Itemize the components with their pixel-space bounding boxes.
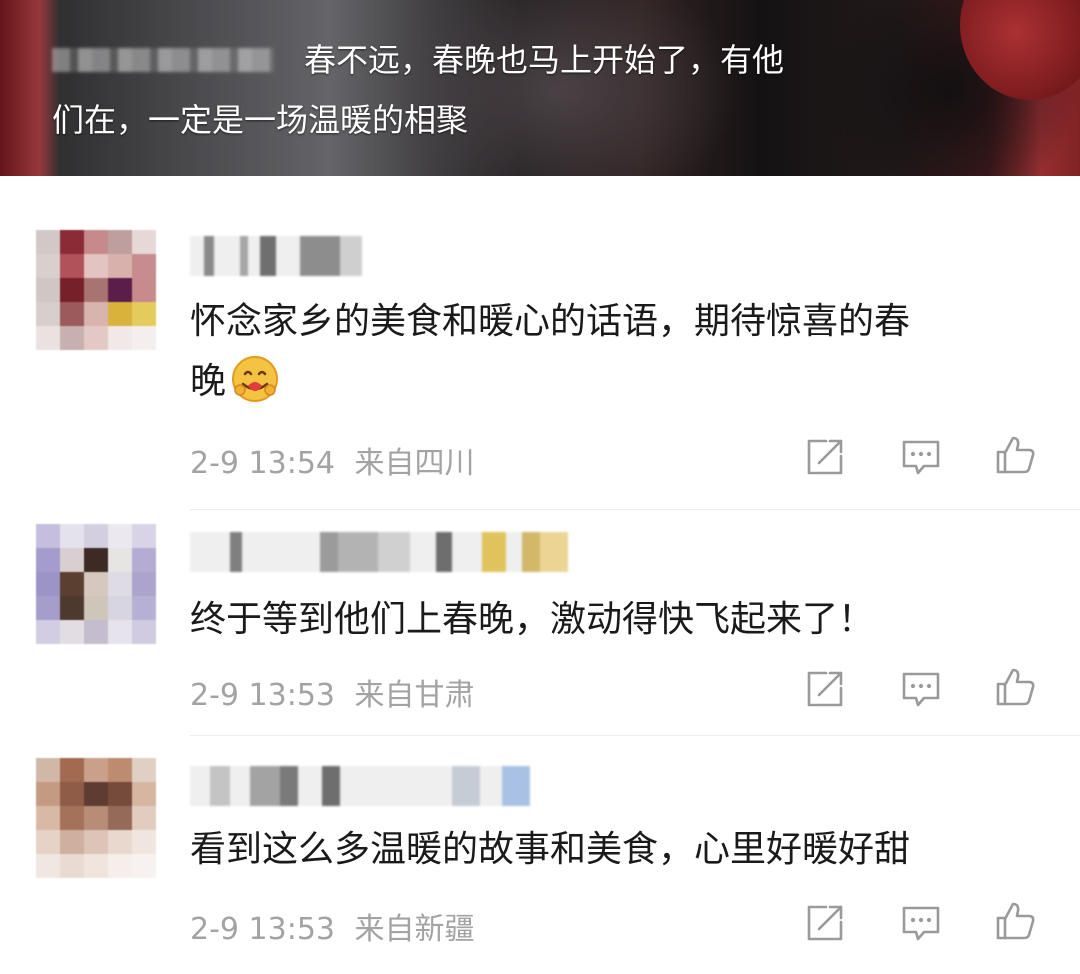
comment-text: 终于等到他们上春晚，激动得快飞起来了！ bbox=[190, 599, 875, 640]
like-button[interactable] bbox=[994, 434, 1036, 476]
comment-meta: 2-9 13:53 来自新疆 bbox=[190, 904, 475, 948]
comment-time: 2-9 13:54 bbox=[190, 446, 335, 481]
like-button[interactable] bbox=[994, 900, 1036, 942]
like-button[interactable] bbox=[994, 666, 1036, 708]
comment-meta: 2-9 13:53 来自甘肃 bbox=[190, 670, 475, 714]
subtitle-line: 们在，一定是一场温暖的相聚 bbox=[52, 101, 469, 139]
reply-button[interactable] bbox=[900, 668, 942, 710]
comment-time: 2-9 13:53 bbox=[190, 678, 335, 713]
like-icon bbox=[996, 902, 1035, 940]
comment-meta: 2-9 13:54 来自四川 bbox=[190, 438, 475, 482]
like-icon bbox=[996, 668, 1035, 706]
comment-text: 看到这么多温暖的故事和美食，心里好暖好甜 bbox=[190, 829, 911, 870]
share-button[interactable] bbox=[804, 668, 846, 710]
avatar[interactable] bbox=[36, 230, 156, 350]
like-icon bbox=[996, 436, 1035, 474]
comment-icon bbox=[902, 672, 940, 707]
comment-location: 来自新疆 bbox=[354, 912, 475, 947]
comment-icon bbox=[902, 906, 940, 941]
comment-location: 来自四川 bbox=[354, 446, 475, 481]
subtitle-line: 春不远，春晚也马上开始了，有他 bbox=[304, 41, 785, 79]
divider bbox=[190, 735, 1080, 736]
blurred-username[interactable] bbox=[190, 236, 362, 276]
divider bbox=[190, 509, 1080, 510]
comment-location: 来自甘肃 bbox=[354, 678, 475, 713]
share-icon bbox=[807, 671, 843, 707]
reply-button[interactable] bbox=[900, 436, 942, 478]
blurred-username[interactable] bbox=[190, 766, 530, 806]
blurred-username[interactable] bbox=[190, 532, 568, 572]
share-icon bbox=[807, 439, 843, 475]
avatar[interactable] bbox=[36, 524, 156, 644]
share-button[interactable] bbox=[804, 902, 846, 944]
reply-button[interactable] bbox=[900, 902, 942, 944]
hug-emoji-icon bbox=[232, 356, 279, 402]
comment-icon bbox=[902, 440, 940, 475]
share-button[interactable] bbox=[804, 436, 846, 478]
avatar[interactable] bbox=[36, 758, 156, 878]
comment-text: 怀念家乡的美食和暖心的话语，期待惊喜的春 晚 bbox=[190, 301, 911, 402]
share-icon bbox=[807, 905, 843, 941]
comment-time: 2-9 13:53 bbox=[190, 912, 335, 947]
video-player[interactable]: 春不远，春晚也马上开始了，有他 们在，一定是一场温暖的相聚 bbox=[0, 0, 1080, 176]
blurred-speaker-name bbox=[52, 48, 274, 72]
